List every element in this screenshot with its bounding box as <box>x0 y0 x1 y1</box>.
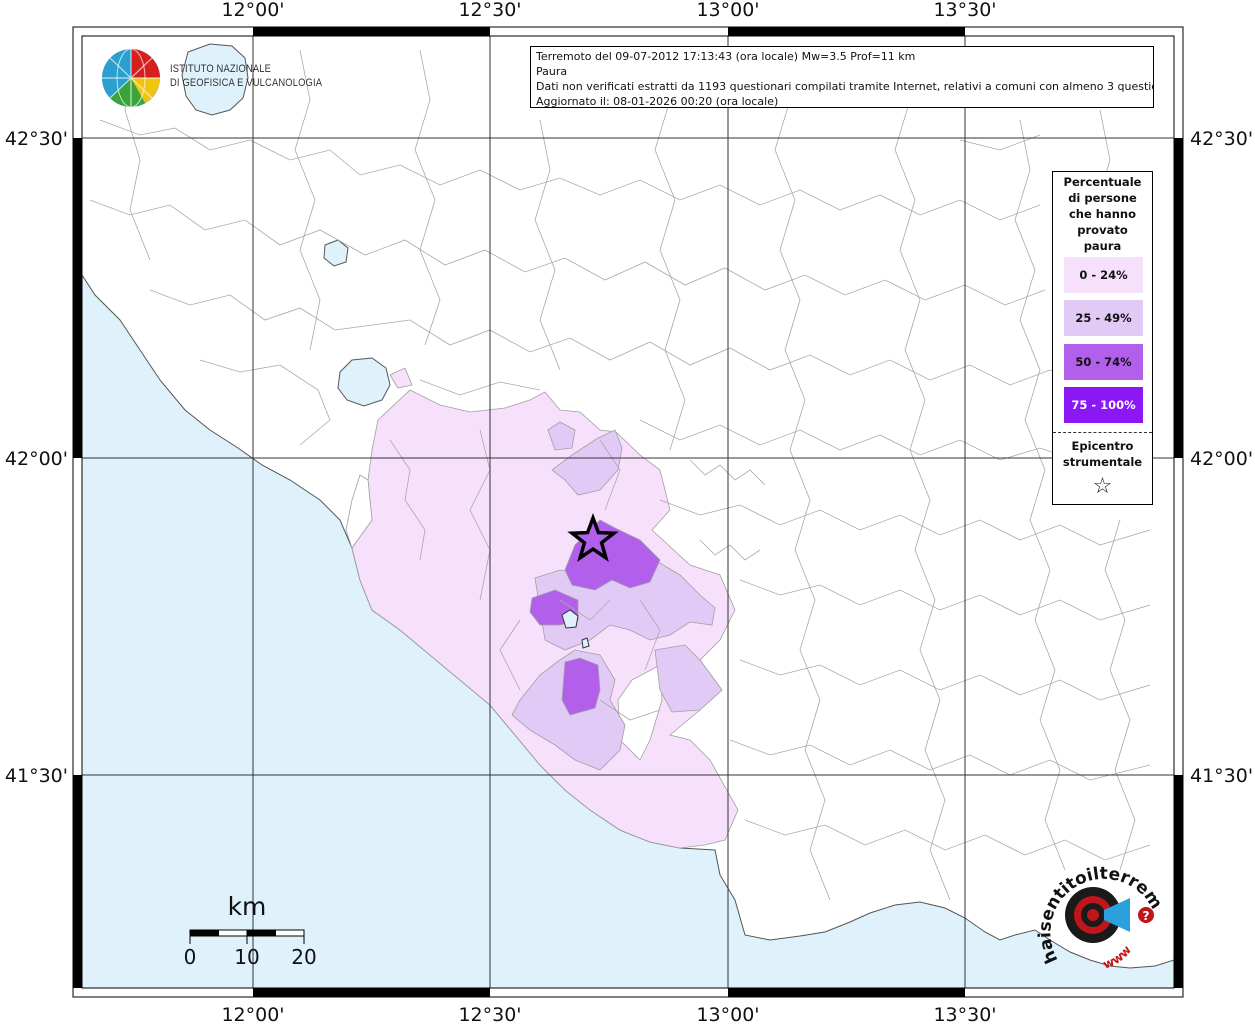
legend-item-50-74: 50 - 74% <box>1064 344 1143 380</box>
legend-title-line: Percentuale <box>1063 175 1142 189</box>
lon-tick-bottom: 13°30' <box>933 1004 996 1024</box>
lon-tick-bottom: 12°00' <box>221 1004 284 1024</box>
legend-title-line: che hanno <box>1068 207 1137 221</box>
scale-unit: km <box>228 892 267 921</box>
legend-item-75-100: 75 - 100% <box>1064 387 1143 423</box>
event-data-note: Dati non verificati estratti da 1193 que… <box>536 80 1154 93</box>
legend-title-line: provato <box>1077 223 1128 237</box>
event-updated: Aggiornato il: 08-01-2026 00:20 (ora loc… <box>536 95 779 108</box>
svg-text:?: ? <box>1143 909 1150 923</box>
scale-label: 10 <box>234 945 259 969</box>
scale-label: 0 <box>184 945 197 969</box>
legend-divider <box>1053 432 1152 433</box>
lon-tick-top: 13°00' <box>696 0 759 21</box>
legend: Percentuale di persone che hanno provato… <box>1052 171 1153 505</box>
lat-ticks-right: 42°30' 42°00' 41°30' <box>1190 128 1253 787</box>
legend-title-line: paura <box>1083 239 1122 253</box>
legend-epicenter-line: strumentale <box>1062 455 1143 469</box>
legend-epicenter-line: Epicentro <box>1071 439 1134 453</box>
ingv-logo-text: ISTITUTO NAZIONALE DI GEOFISICA E VULCAN… <box>170 62 322 90</box>
ingv-logo-line1: ISTITUTO NAZIONALE <box>170 63 272 75</box>
legend-item-25-49: 25 - 49% <box>1064 300 1143 336</box>
lat-ticks-left: 42°30' 42°00' 41°30' <box>5 128 68 787</box>
intensity-map: 12°00' 12°30' 13°00' 13°30' 12°00' 12°30… <box>0 0 1253 1024</box>
lat-tick-left: 42°00' <box>5 448 68 470</box>
event-title: Terremoto del 09-07-2012 17:13:43 (ora l… <box>536 50 916 63</box>
epicenter-star-icon: ☆ <box>1092 474 1113 499</box>
lat-tick-right: 42°30' <box>1190 128 1253 150</box>
legend-epicenter-label: Epicentro strumentale <box>1053 438 1152 470</box>
event-info-box: Terremoto del 09-07-2012 17:13:43 (ora l… <box>530 46 1154 108</box>
legend-item-0-24: 0 - 24% <box>1064 257 1143 293</box>
lon-ticks-bottom: 12°00' 12°30' 13°00' 13°30' <box>221 1004 996 1024</box>
lon-ticks-top: 12°00' 12°30' 13°00' 13°30' <box>221 0 996 21</box>
legend-title-line: di persone <box>1068 191 1137 205</box>
lon-tick-top: 12°30' <box>458 0 521 21</box>
lon-tick-bottom: 13°00' <box>696 1004 759 1024</box>
lat-tick-right: 41°30' <box>1190 765 1253 787</box>
lat-tick-left: 42°30' <box>5 128 68 150</box>
lon-tick-top: 13°30' <box>933 0 996 21</box>
legend-title: Percentuale di persone che hanno provato… <box>1053 172 1152 254</box>
event-parameter: Paura <box>536 65 568 78</box>
lat-tick-left: 41°30' <box>5 765 68 787</box>
ingv-logo-line2: DI GEOFISICA E VULCANOLOGIA <box>170 77 323 89</box>
lon-tick-top: 12°00' <box>221 0 284 21</box>
scale-label: 20 <box>291 945 316 969</box>
zone-50-74-south <box>561 657 601 716</box>
lon-tick-bottom: 12°30' <box>458 1004 521 1024</box>
lat-tick-right: 42°00' <box>1190 448 1253 470</box>
ingv-logo-icon <box>102 48 160 108</box>
